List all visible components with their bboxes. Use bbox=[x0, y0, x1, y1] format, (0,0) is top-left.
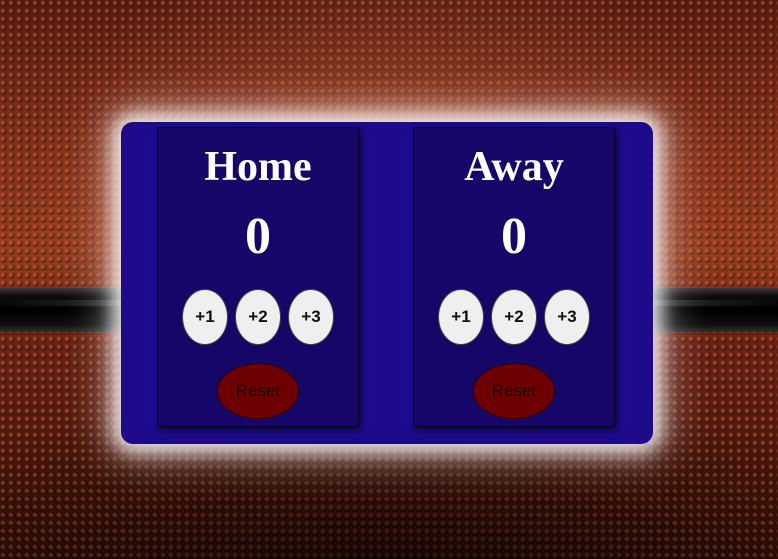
scoreboard-panel: Home 0 +1 +2 +3 Reset Away 0 +1 +2 +3 Re… bbox=[121, 122, 653, 444]
away-plus-1-button[interactable]: +1 bbox=[438, 289, 484, 345]
away-plus-3-button[interactable]: +3 bbox=[544, 289, 590, 345]
home-plus-2-button[interactable]: +2 bbox=[235, 289, 281, 345]
home-plus-3-button[interactable]: +3 bbox=[288, 289, 334, 345]
away-point-buttons: +1 +2 +3 bbox=[414, 289, 614, 345]
home-point-buttons: +1 +2 +3 bbox=[158, 289, 358, 345]
home-team-card: Home 0 +1 +2 +3 Reset bbox=[157, 127, 359, 427]
away-score: 0 bbox=[501, 208, 527, 265]
away-team-name: Away bbox=[464, 144, 564, 190]
home-plus-1-button[interactable]: +1 bbox=[182, 289, 228, 345]
away-team-card: Away 0 +1 +2 +3 Reset bbox=[413, 127, 615, 427]
home-score: 0 bbox=[245, 208, 271, 265]
away-plus-2-button[interactable]: +2 bbox=[491, 289, 537, 345]
away-reset-button[interactable]: Reset bbox=[473, 363, 555, 419]
home-team-name: Home bbox=[204, 144, 312, 190]
home-reset-button[interactable]: Reset bbox=[217, 363, 299, 419]
